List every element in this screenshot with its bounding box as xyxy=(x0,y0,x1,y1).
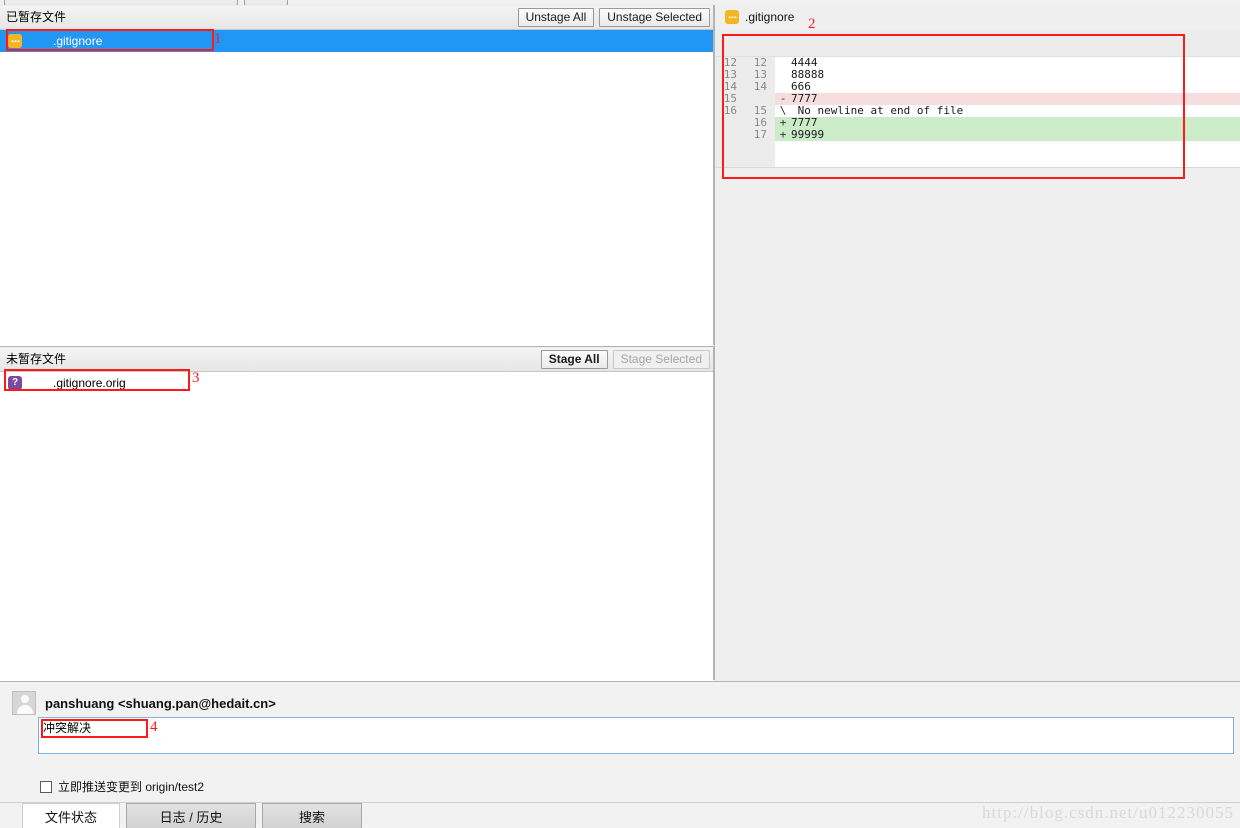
push-changes-row[interactable]: 立即推送变更到 origin/test2 xyxy=(40,778,204,795)
file-status-column: 已暂存文件 Unstage All Unstage Selected .giti… xyxy=(0,5,714,682)
tab-file-status[interactable]: 文件状态 xyxy=(22,803,120,828)
diff-code: 99999 xyxy=(791,128,825,141)
tab-search[interactable]: 搜索 xyxy=(262,803,362,828)
diff-content[interactable]: 12 12 4444 13 13 88888 14 14 666 15 - 77… xyxy=(715,29,1240,167)
modified-file-icon xyxy=(8,34,22,48)
staged-file-name: .gitignore xyxy=(53,34,103,48)
unstaged-pane-title: 未暂存文件 xyxy=(6,352,67,366)
diff-code: 88888 xyxy=(791,68,825,81)
diff-marker xyxy=(775,57,791,69)
bottom-tabbar: 文件状态 日志 / 历史 搜索 xyxy=(0,802,1240,828)
untracked-file-icon: ? xyxy=(8,376,22,390)
unstage-selected-button[interactable]: Unstage Selected xyxy=(599,8,710,27)
commit-author-name: panshuang <shuang.pan@hedait.cn> xyxy=(45,695,276,711)
diff-tail xyxy=(715,141,1240,167)
unstaged-pane-header: 未暂存文件 Stage All Stage Selected xyxy=(0,347,713,372)
commit-message-text: 冲突解决 xyxy=(43,721,92,735)
commit-message-input[interactable]: 冲突解决 xyxy=(38,717,1234,754)
staged-files-pane: 已暂存文件 Unstage All Unstage Selected .giti… xyxy=(0,5,714,346)
diff-file-name: .gitignore xyxy=(745,10,795,24)
diff-old-lineno xyxy=(715,117,739,129)
staged-file-row[interactable]: .gitignore xyxy=(0,30,713,52)
unstaged-file-row[interactable]: ? .gitignore.orig xyxy=(0,372,713,394)
diff-old-lineno xyxy=(715,129,739,141)
diff-code: 7777 xyxy=(791,116,818,129)
unstaged-file-name: .gitignore.orig xyxy=(53,376,126,390)
diff-marker: + xyxy=(779,128,787,141)
tab-log-history[interactable]: 日志 / 历史 xyxy=(126,803,256,828)
stage-selected-button: Stage Selected xyxy=(612,350,710,369)
modified-file-icon xyxy=(725,10,739,24)
stage-all-button[interactable]: Stage All xyxy=(540,350,608,369)
diff-marker xyxy=(775,69,791,81)
staged-pane-header: 已暂存文件 Unstage All Unstage Selected xyxy=(0,5,713,30)
diff-hunk-spacer xyxy=(715,29,1240,57)
diff-new-lineno: 14 xyxy=(739,81,775,93)
avatar xyxy=(12,691,36,715)
unstaged-file-list[interactable]: ? .gitignore.orig xyxy=(0,372,713,682)
staged-file-list[interactable]: .gitignore xyxy=(0,30,713,346)
push-changes-label: 立即推送变更到 origin/test2 xyxy=(58,780,205,794)
unstaged-files-pane: 未暂存文件 Stage All Stage Selected ? .gitign… xyxy=(0,346,714,682)
diff-code: 666 xyxy=(791,80,811,93)
diff-code: No newline at end of file xyxy=(791,104,964,117)
diff-line-added: 17 + 99999 xyxy=(715,129,1240,141)
sourcetree-window: 已暂存文件 Unstage All Unstage Selected .giti… xyxy=(0,0,1240,828)
commit-author-row: panshuang <shuang.pan@hedait.cn> xyxy=(12,691,276,715)
diff-file-header: .gitignore xyxy=(715,5,1240,29)
diff-viewer-column: .gitignore 12 12 4444 13 13 88888 14 14 … xyxy=(714,5,1240,680)
unstaged-pane-actions: Stage All Stage Selected xyxy=(540,350,710,369)
commit-area: panshuang <shuang.pan@hedait.cn> 冲突解决 立即… xyxy=(0,681,1240,828)
diff-old-lineno: 16 xyxy=(715,105,739,117)
unstage-all-button[interactable]: Unstage All xyxy=(517,8,595,27)
staged-pane-title: 已暂存文件 xyxy=(6,10,67,24)
diff-gutter-fill xyxy=(715,141,775,167)
push-changes-checkbox[interactable] xyxy=(40,780,52,793)
diff-code: 4444 xyxy=(791,56,818,69)
diff-empty-area xyxy=(715,167,1240,657)
staged-pane-actions: Unstage All Unstage Selected xyxy=(517,8,710,27)
diff-new-lineno: 17 xyxy=(739,129,775,141)
